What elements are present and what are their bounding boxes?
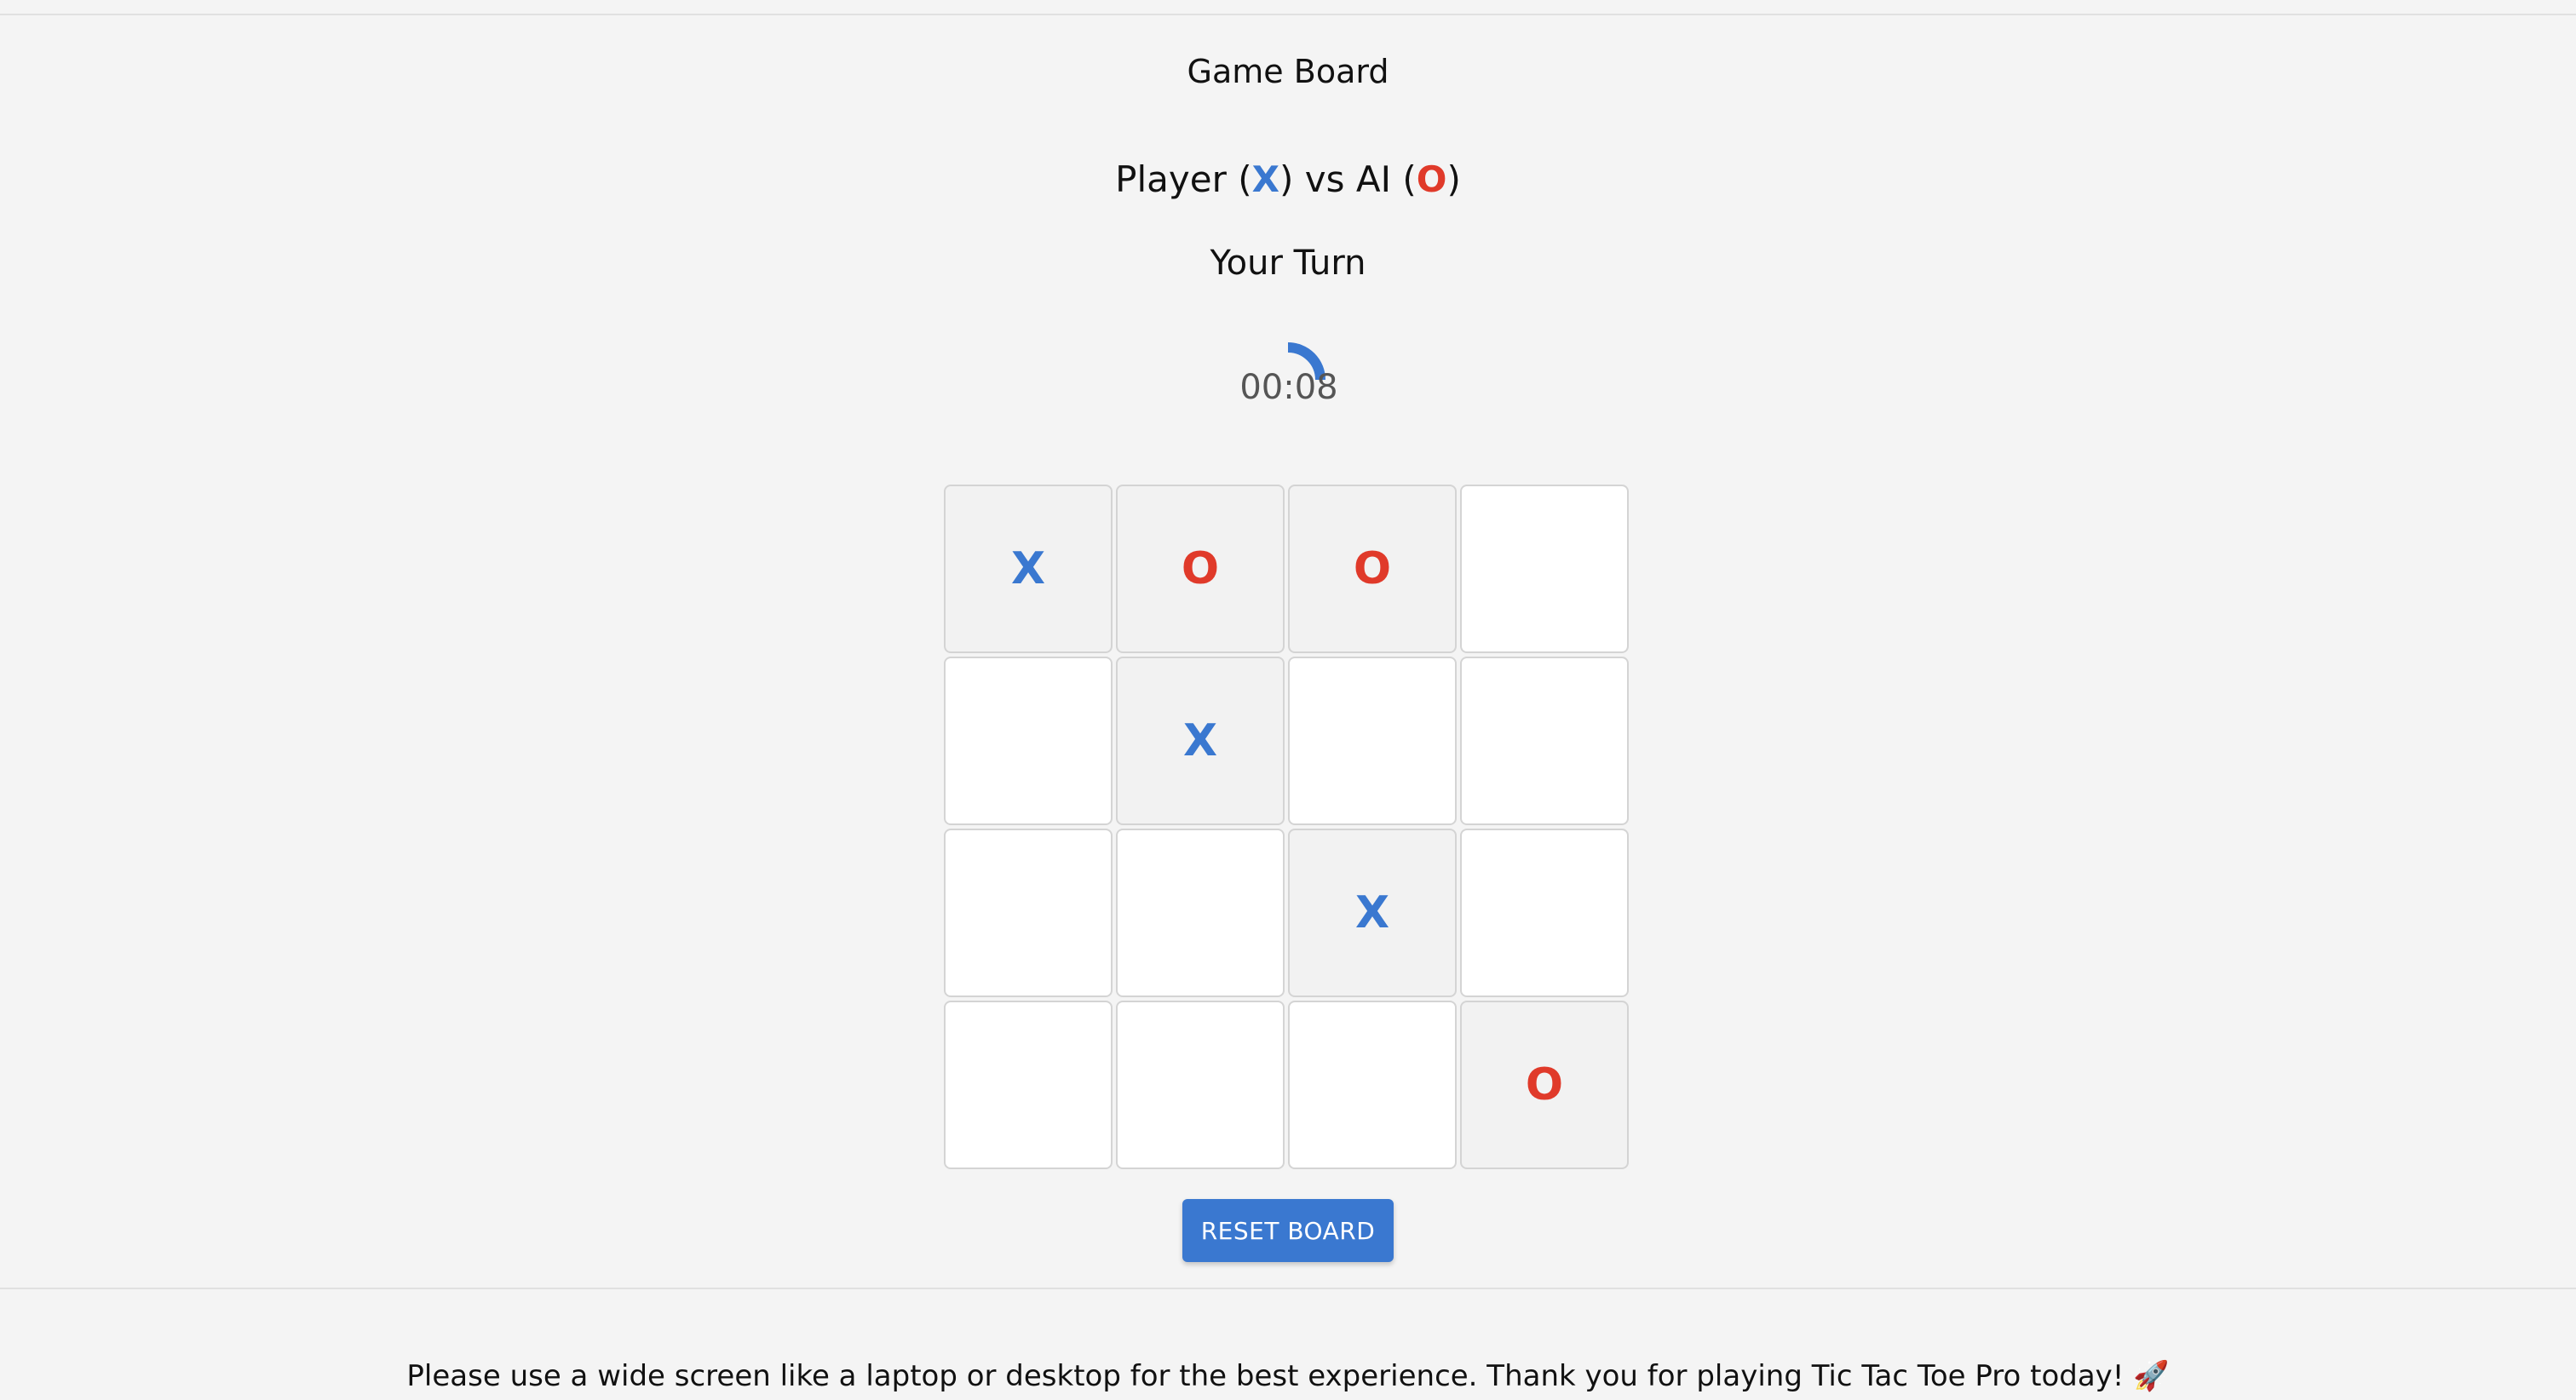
board-cell-r0-c2[interactable]: O: [1288, 485, 1457, 653]
board-cell-r3-c2[interactable]: [1288, 1001, 1457, 1169]
timer-text: 00:08: [1239, 368, 1338, 407]
board-cell-r2-c2[interactable]: X: [1288, 829, 1457, 997]
board-cell-r0-c0[interactable]: X: [944, 485, 1113, 653]
footer-message: Please use a wide screen like a laptop o…: [406, 1359, 2170, 1393]
reset-board-button[interactable]: RESET BOARD: [1182, 1199, 1394, 1262]
board-cell-r3-c1[interactable]: [1116, 1001, 1285, 1169]
vs-label: vs: [1304, 158, 1345, 200]
board-cell-r1-c1[interactable]: X: [1116, 657, 1285, 825]
turn-timer: 00:08: [1223, 310, 1360, 412]
turn-indicator: Your Turn: [1210, 244, 1366, 283]
game-page: Game Board Player (X) vs AI (O) Your Tur…: [0, 0, 2576, 1400]
board-cell-r3-c0[interactable]: [944, 1001, 1113, 1169]
board-cell-r2-c3[interactable]: [1460, 829, 1629, 997]
board-cell-r1-c3[interactable]: [1460, 657, 1629, 825]
game-board: XOOXXO: [944, 485, 1632, 1173]
board-cell-r1-c0[interactable]: [944, 657, 1113, 825]
board-cell-r1-c2[interactable]: [1288, 657, 1457, 825]
ai-label: AI: [1355, 158, 1391, 200]
matchup-line: Player (X) vs AI (O): [1115, 158, 1461, 200]
page-title: Game Board: [1187, 53, 1389, 90]
board-cell-r3-c3[interactable]: O: [1460, 1001, 1629, 1169]
player-symbol: X: [1251, 158, 1279, 200]
board-cell-r0-c1[interactable]: O: [1116, 485, 1285, 653]
ai-symbol: O: [1416, 158, 1447, 200]
top-divider: [0, 14, 2576, 15]
board-cell-r0-c3[interactable]: [1460, 485, 1629, 653]
board-cell-r2-c0[interactable]: [944, 829, 1113, 997]
board-cell-r2-c1[interactable]: [1116, 829, 1285, 997]
player-label: Player: [1115, 158, 1227, 200]
footer-divider: [0, 1288, 2576, 1289]
